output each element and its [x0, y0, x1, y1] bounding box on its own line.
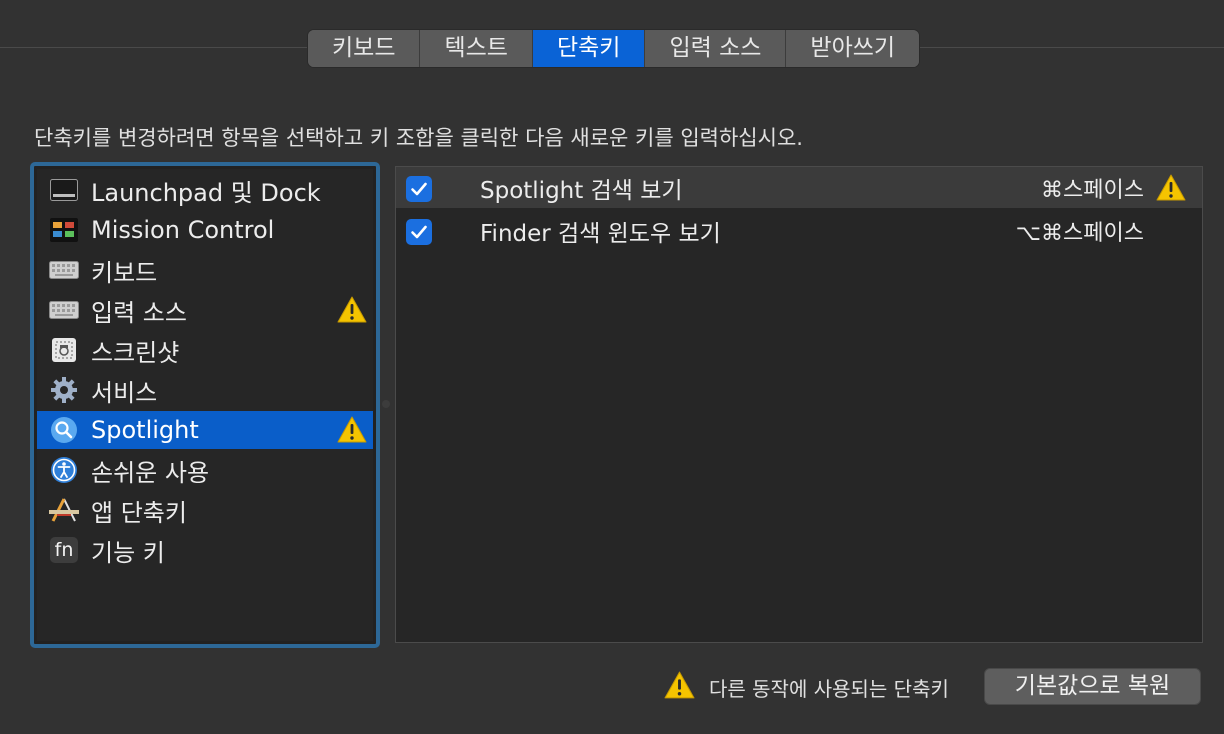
category-accessibility[interactable]: 손쉬운 사용	[37, 451, 373, 489]
category-spotlight[interactable]: Spotlight	[37, 411, 373, 449]
launchpad-dock-icon	[49, 175, 79, 205]
category-label: 입력 소스	[91, 298, 187, 327]
category-services[interactable]: 서비스	[37, 371, 373, 409]
fn-key-icon: fn	[49, 535, 79, 565]
category-app-shortcuts[interactable]: 앱 단축키	[37, 491, 373, 529]
conflict-legend: 다른 동작에 사용되는 단축키	[664, 671, 949, 703]
category-screenshots[interactable]: 스크린샷	[37, 331, 373, 369]
category-label: 손쉬운 사용	[91, 458, 210, 487]
restore-defaults-button[interactable]: 기본값으로 복원	[984, 668, 1201, 705]
warning-icon	[1156, 174, 1186, 205]
warning-icon	[664, 671, 695, 703]
category-label: 키보드	[91, 258, 158, 287]
category-function-keys[interactable]: fn 기능 키	[37, 531, 373, 569]
category-label: Launchpad 및 Dock	[91, 178, 321, 207]
warning-icon	[337, 296, 367, 327]
keyboard-icon	[49, 255, 79, 285]
legend-text: 다른 동작에 사용되는 단축키	[709, 676, 949, 701]
tab-input-sources[interactable]: 입력 소스	[645, 30, 787, 67]
tab-text[interactable]: 텍스트	[420, 30, 533, 67]
shortcut-row-show-spotlight-search[interactable]: Spotlight 검색 보기 ⌘스페이스	[396, 167, 1202, 208]
tab-dictation[interactable]: 받아쓰기	[786, 30, 920, 67]
shortcut-row-show-finder-search-window[interactable]: Finder 검색 윈도우 보기 ⌥⌘스페이스	[396, 210, 1202, 251]
accessibility-icon	[49, 455, 79, 485]
tab-bar: 키보드 텍스트 단축키 입력 소스 받아쓰기	[308, 30, 920, 67]
category-keyboard[interactable]: 키보드	[37, 251, 373, 289]
category-label: 스크린샷	[91, 338, 180, 367]
category-input-sources[interactable]: 입력 소스	[37, 291, 373, 329]
category-label: Mission Control	[91, 216, 275, 244]
gear-icon	[49, 375, 79, 405]
mission-control-icon	[49, 215, 79, 245]
category-label: Spotlight	[91, 416, 199, 444]
shortcut-key-combo[interactable]: ⌘스페이스	[1041, 172, 1144, 204]
shortcut-checkbox[interactable]	[406, 219, 432, 245]
split-view-divider-handle[interactable]	[382, 400, 390, 408]
category-label: 서비스	[91, 378, 158, 407]
category-mission-control[interactable]: Mission Control	[37, 211, 373, 249]
category-label: 기능 키	[91, 538, 165, 567]
warning-icon	[337, 416, 367, 447]
keyboard-icon	[49, 295, 79, 325]
shortcut-list[interactable]: Spotlight 검색 보기 ⌘스페이스 Finder 검색 윈도우 보기 ⌥…	[395, 166, 1203, 643]
instruction-text: 단축키를 변경하려면 항목을 선택하고 키 조합을 클릭한 다음 새로운 키를 …	[34, 126, 803, 150]
shortcut-key-combo[interactable]: ⌥⌘스페이스	[1016, 215, 1144, 247]
category-label: 앱 단축키	[91, 498, 187, 527]
shortcut-label: Finder 검색 윈도우 보기	[480, 220, 721, 247]
spotlight-search-icon	[49, 415, 79, 445]
screenshot-icon	[49, 335, 79, 365]
tab-shortcuts[interactable]: 단축키	[532, 30, 646, 67]
category-launchpad-dock[interactable]: Launchpad 및 Dock	[37, 171, 373, 209]
tab-keyboard[interactable]: 키보드	[308, 30, 421, 67]
shortcut-label: Spotlight 검색 보기	[480, 177, 683, 204]
shortcut-checkbox[interactable]	[406, 176, 432, 202]
category-list[interactable]: Launchpad 및 Dock Mission Control 키보드 입력 …	[30, 162, 380, 648]
checkmark-icon	[411, 182, 427, 196]
app-shortcuts-icon	[49, 495, 79, 525]
checkmark-icon	[411, 225, 427, 239]
